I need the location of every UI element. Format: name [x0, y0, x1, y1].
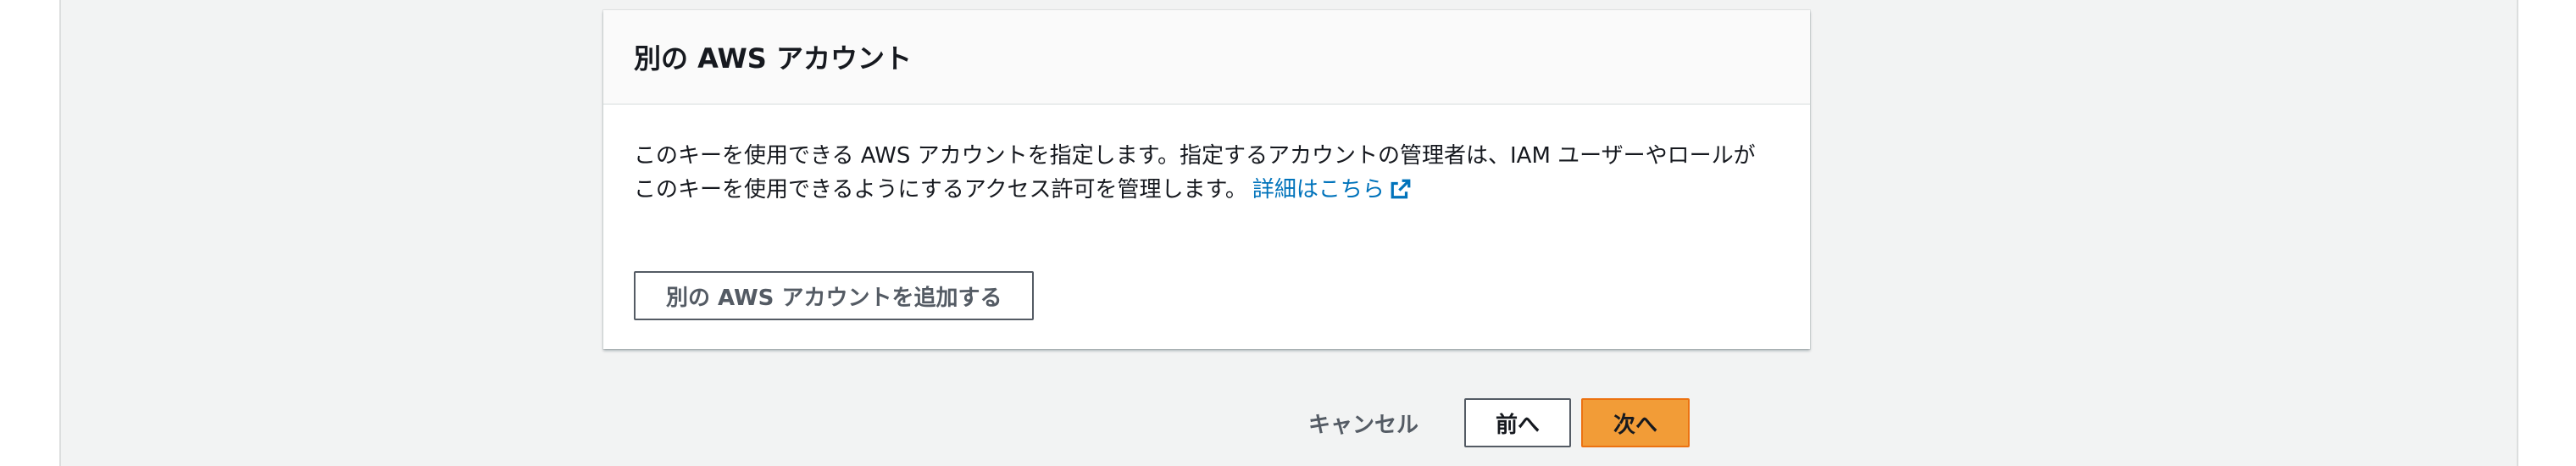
learn-more-link[interactable]: 詳細はこちら: [1252, 177, 1412, 202]
previous-button[interactable]: 前へ: [1464, 398, 1571, 447]
panel-description: このキーを使用できる AWS アカウントを指定します。指定するアカウントの管理者…: [634, 139, 1769, 207]
description-text: このキーを使用できる AWS アカウントを指定します。指定するアカウントの管理者…: [634, 143, 1756, 202]
content-area: 別の AWS アカウント このキーを使用できる AWS アカウントを指定します。…: [59, 0, 2518, 466]
panel-body: このキーを使用できる AWS アカウントを指定します。指定するアカウントの管理者…: [603, 105, 1810, 207]
cancel-button[interactable]: キャンセル: [1285, 398, 1442, 447]
external-link-icon: [1391, 179, 1411, 199]
add-aws-account-button[interactable]: 別の AWS アカウントを追加する: [634, 271, 1035, 320]
learn-more-label: 詳細はこちら: [1252, 177, 1385, 202]
next-button[interactable]: 次へ: [1581, 398, 1690, 447]
other-aws-accounts-panel: 別の AWS アカウント このキーを使用できる AWS アカウントを指定します。…: [603, 10, 1810, 349]
panel-header: 別の AWS アカウント: [603, 10, 1810, 105]
wizard-footer-actions: キャンセル 前へ 次へ: [1285, 398, 1690, 447]
panel-title: 別の AWS アカウント: [634, 42, 912, 75]
page: 別の AWS アカウント このキーを使用できる AWS アカウントを指定します。…: [0, 0, 2576, 466]
